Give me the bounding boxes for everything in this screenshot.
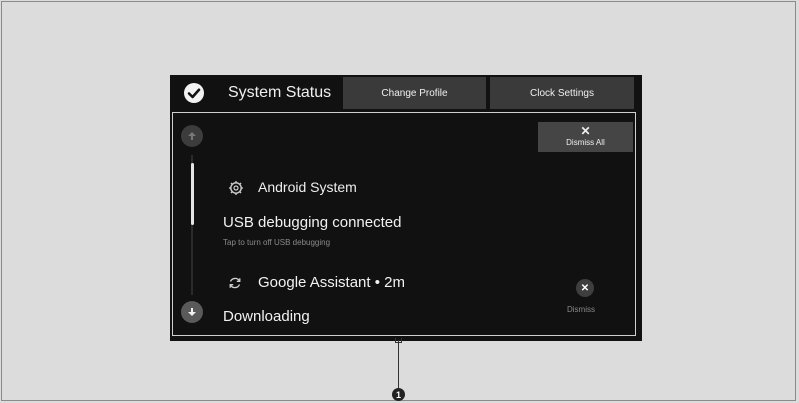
- tab-clock-settings[interactable]: Clock Settings: [490, 77, 634, 109]
- scrollbar-thumb[interactable]: [191, 163, 194, 225]
- callout-line: [398, 340, 399, 388]
- gear-icon: [229, 181, 243, 195]
- page-title: System Status: [228, 84, 332, 101]
- top-bar: System Status Change Profile Clock Setti…: [170, 75, 642, 111]
- notification-app-name: Google Assistant • 2m: [258, 274, 405, 291]
- dismiss-label[interactable]: Dismiss: [567, 305, 595, 314]
- scroll-down-button[interactable]: [181, 301, 203, 323]
- notification-title[interactable]: Downloading: [223, 308, 310, 325]
- notification-title[interactable]: USB debugging connected: [223, 214, 401, 231]
- callout-number: 1: [392, 388, 405, 401]
- dismiss-all-button[interactable]: ✕ Dismiss All: [538, 122, 633, 152]
- notification-app-name: Android System: [258, 179, 357, 195]
- notification-subtitle[interactable]: Tap to turn off USB debugging: [223, 238, 330, 247]
- arrow-down-icon: [188, 308, 196, 316]
- arrow-up-icon: [188, 132, 196, 140]
- scroll-up-button[interactable]: [181, 125, 203, 147]
- close-icon: ✕: [580, 124, 591, 138]
- tab-change-profile[interactable]: Change Profile: [343, 77, 486, 109]
- dismiss-icon-button[interactable]: ✕: [576, 279, 594, 297]
- sync-icon: [229, 277, 241, 289]
- dismiss-all-label: Dismiss All: [566, 138, 605, 147]
- checkmark-icon[interactable]: [184, 83, 204, 103]
- system-status-screen: System Status Change Profile Clock Setti…: [170, 75, 642, 341]
